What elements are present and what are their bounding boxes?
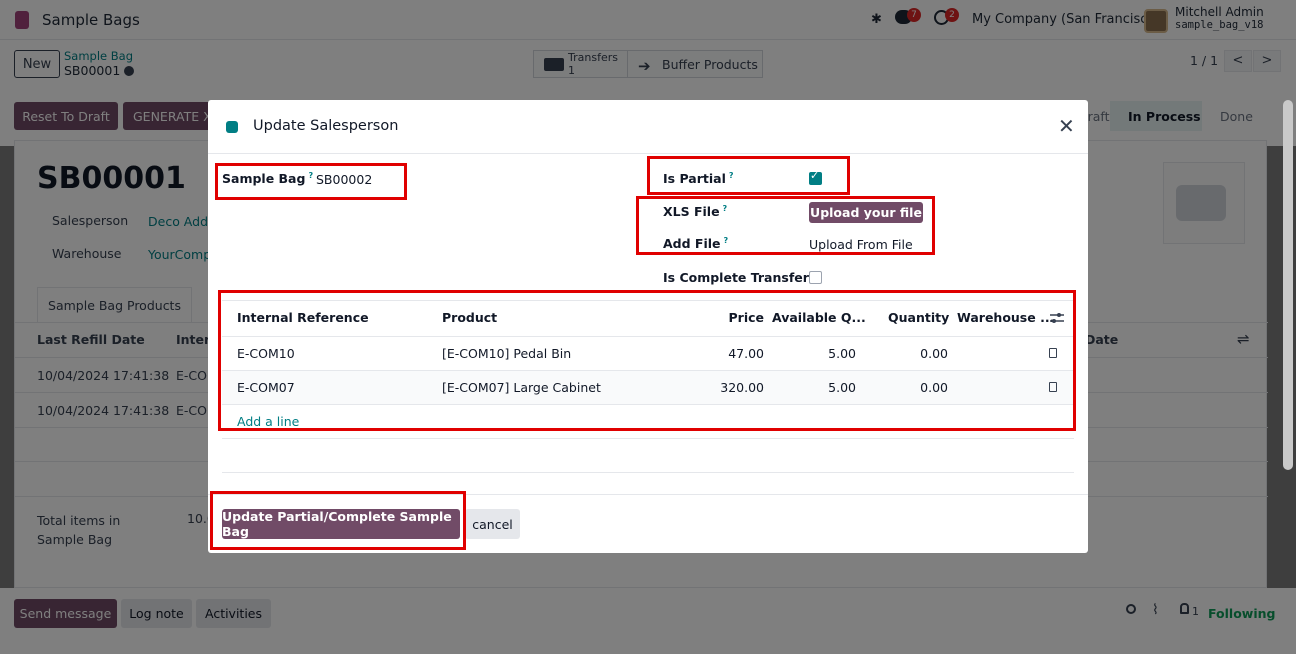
add-file-label: Add File?: [663, 236, 729, 251]
is-complete-transfer-label: Is Complete Transfer?: [663, 270, 817, 285]
col-internal-reference[interactable]: Internal Reference: [237, 310, 369, 325]
line-quantity[interactable]: 0.00: [888, 346, 948, 361]
col-warehouse[interactable]: Warehouse ...: [957, 310, 1054, 325]
line-quantity[interactable]: 0.00: [888, 380, 948, 395]
col-product[interactable]: Product: [442, 310, 497, 325]
update-salesperson-dialog: Update Salesperson ✕ Sample Bag? SB00002…: [208, 100, 1088, 553]
line-product[interactable]: [E-COM07] Large Cabinet: [442, 380, 601, 395]
line-available[interactable]: 5.00: [788, 380, 856, 395]
upload-your-file-button[interactable]: Upload your file: [809, 202, 923, 223]
col-available-quantity[interactable]: Available Q...: [772, 310, 866, 325]
trash-icon[interactable]: [1049, 382, 1057, 392]
add-file-field[interactable]: Upload From File: [809, 237, 913, 252]
bug-icon: [226, 121, 238, 133]
line-price[interactable]: 320.00: [688, 380, 764, 395]
col-quantity[interactable]: Quantity: [888, 310, 949, 325]
add-a-line-link[interactable]: Add a line: [237, 414, 299, 429]
close-icon[interactable]: ✕: [1058, 116, 1075, 136]
sample-bag-label: Sample Bag?: [222, 171, 314, 186]
sliders-icon[interactable]: [1050, 312, 1064, 324]
line-price[interactable]: 47.00: [688, 346, 764, 361]
xls-file-label: XLS File?: [663, 204, 728, 219]
update-partial-complete-button[interactable]: Update Partial/Complete Sample Bag: [222, 509, 460, 539]
line-available[interactable]: 5.00: [788, 346, 856, 361]
cancel-button[interactable]: cancel: [465, 509, 520, 539]
is-partial-label: Is Partial?: [663, 171, 734, 186]
line-internal-reference[interactable]: E-COM10: [237, 346, 295, 361]
line-product[interactable]: [E-COM10] Pedal Bin: [442, 346, 571, 361]
line-internal-reference[interactable]: E-COM07: [237, 380, 295, 395]
is-partial-checkbox[interactable]: ✓: [809, 169, 822, 185]
trash-icon[interactable]: [1049, 348, 1057, 358]
sample-bag-field[interactable]: SB00002: [316, 172, 372, 187]
dialog-title: Update Salesperson: [253, 118, 399, 134]
col-price[interactable]: Price: [708, 310, 765, 325]
is-complete-transfer-checkbox[interactable]: [809, 271, 822, 284]
dialog-header: Update Salesperson ✕: [208, 100, 1088, 154]
page-scrollbar[interactable]: [1283, 100, 1293, 470]
